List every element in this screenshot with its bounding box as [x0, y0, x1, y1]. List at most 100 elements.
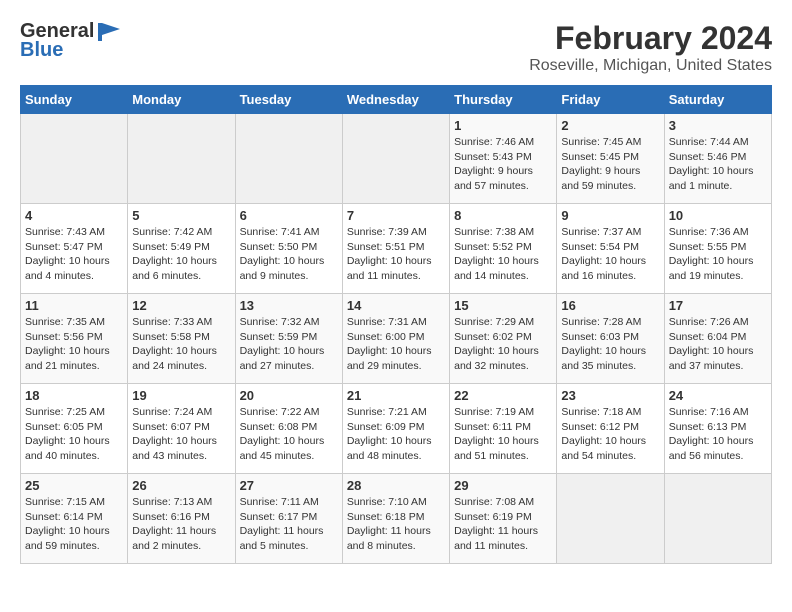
day-number: 28: [347, 478, 445, 493]
table-row: 29Sunrise: 7:08 AMSunset: 6:19 PMDayligh…: [450, 474, 557, 564]
day-info: Sunrise: 7:26 AMSunset: 6:04 PMDaylight:…: [669, 315, 767, 374]
table-row: 9 Sunrise: 7:37 AMSunset: 5:54 PMDaylight…: [557, 204, 664, 294]
day-number: 18: [25, 388, 123, 403]
calendar-week-row: 11 Sunrise: 7:35 AMSunset: 5:56 PMDayligh…: [21, 294, 772, 384]
table-row: [128, 114, 235, 204]
table-row: 25Sunrise: 7:15 AMSunset: 6:14 PMDayligh…: [21, 474, 128, 564]
day-number: 20: [240, 388, 338, 403]
logo-flag-icon: [98, 23, 120, 41]
table-row: 13 Sunrise: 7:32 AMSunset: 5:59 PMDayligh…: [235, 294, 342, 384]
day-info: Sunrise: 7:36 AMSunset: 5:55 PMDaylight:…: [669, 225, 767, 284]
day-info: Sunrise: 7:10 AMSunset: 6:18 PMDaylight:…: [347, 495, 445, 554]
header-friday: Friday: [557, 86, 664, 114]
table-row: 15 Sunrise: 7:29 AMSunset: 6:02 PMDayligh…: [450, 294, 557, 384]
table-row: 28 Sunrise: 7:10 AMSunset: 6:18 PMDayligh…: [342, 474, 449, 564]
day-number: 17: [669, 298, 767, 313]
table-row: [557, 474, 664, 564]
table-row: 11 Sunrise: 7:35 AMSunset: 5:56 PMDayligh…: [21, 294, 128, 384]
table-row: 17 Sunrise: 7:26 AMSunset: 6:04 PMDayligh…: [664, 294, 771, 384]
day-info: Sunrise: 7:22 AMSunset: 6:08 PMDaylight:…: [240, 405, 338, 464]
day-info: Sunrise: 7:25 AMSunset: 6:05 PMDaylight:…: [25, 405, 123, 464]
table-row: [21, 114, 128, 204]
table-row: 14 Sunrise: 7:31 AMSunset: 6:00 PMDayligh…: [342, 294, 449, 384]
day-info: Sunrise: 7:18 AMSunset: 6:12 PMDaylight:…: [561, 405, 659, 464]
day-info: Sunrise: 7:29 AMSunset: 6:02 PMDaylight:…: [454, 315, 552, 374]
day-number: 6: [240, 208, 338, 223]
day-info: Sunrise: 7:38 AMSunset: 5:52 PMDaylight:…: [454, 225, 552, 284]
header-wednesday: Wednesday: [342, 86, 449, 114]
day-info: Sunrise: 7:46 AMSunset: 5:43 PMDaylight:…: [454, 135, 552, 194]
day-info: Sunrise: 7:11 AMSunset: 6:17 PMDaylight:…: [240, 495, 338, 554]
table-row: [235, 114, 342, 204]
table-row: 21 Sunrise: 7:21 AMSunset: 6:09 PMDayligh…: [342, 384, 449, 474]
table-row: 16 Sunrise: 7:28 AMSunset: 6:03 PMDayligh…: [557, 294, 664, 384]
day-number: 24: [669, 388, 767, 403]
day-number: 1: [454, 118, 552, 133]
day-info: Sunrise: 7:37 AMSunset: 5:54 PMDaylight:…: [561, 225, 659, 284]
calendar-header-row: Sunday Monday Tuesday Wednesday Thursday…: [21, 86, 772, 114]
table-row: 23 Sunrise: 7:18 AMSunset: 6:12 PMDayligh…: [557, 384, 664, 474]
day-number: 4: [25, 208, 123, 223]
calendar-week-row: 18 Sunrise: 7:25 AMSunset: 6:05 PMDayligh…: [21, 384, 772, 474]
table-row: 18 Sunrise: 7:25 AMSunset: 6:05 PMDayligh…: [21, 384, 128, 474]
day-info: Sunrise: 7:24 AMSunset: 6:07 PMDaylight:…: [132, 405, 230, 464]
page-subtitle: Roseville, Michigan, United States: [529, 57, 772, 75]
day-info: Sunrise: 7:13 AMSunset: 6:16 PMDaylight:…: [132, 495, 230, 554]
day-info: Sunrise: 7:21 AMSunset: 6:09 PMDaylight:…: [347, 405, 445, 464]
day-number: 14: [347, 298, 445, 313]
day-number: 21: [347, 388, 445, 403]
header-tuesday: Tuesday: [235, 86, 342, 114]
day-number: 13: [240, 298, 338, 313]
day-info: Sunrise: 7:31 AMSunset: 6:00 PMDaylight:…: [347, 315, 445, 374]
day-info: Sunrise: 7:44 AMSunset: 5:46 PMDaylight:…: [669, 135, 767, 194]
day-info: Sunrise: 7:32 AMSunset: 5:59 PMDaylight:…: [240, 315, 338, 374]
table-row: 10 Sunrise: 7:36 AMSunset: 5:55 PMDayligh…: [664, 204, 771, 294]
day-info: Sunrise: 7:19 AMSunset: 6:11 PMDaylight:…: [454, 405, 552, 464]
day-info: Sunrise: 7:33 AMSunset: 5:58 PMDaylight:…: [132, 315, 230, 374]
page-title: February 2024: [529, 20, 772, 57]
day-number: 22: [454, 388, 552, 403]
day-number: 15: [454, 298, 552, 313]
day-info: Sunrise: 7:35 AMSunset: 5:56 PMDaylight:…: [25, 315, 123, 374]
title-area: February 2024 Roseville, Michigan, Unite…: [529, 20, 772, 75]
table-row: 22 Sunrise: 7:19 AMSunset: 6:11 PMDayligh…: [450, 384, 557, 474]
table-row: 2Sunrise: 7:45 AMSunset: 5:45 PMDaylight…: [557, 114, 664, 204]
table-row: 26 Sunrise: 7:13 AMSunset: 6:16 PMDayligh…: [128, 474, 235, 564]
header: General Blue February 2024 Roseville, Mi…: [20, 20, 772, 75]
day-number: 9: [561, 208, 659, 223]
table-row: 27Sunrise: 7:11 AMSunset: 6:17 PMDayligh…: [235, 474, 342, 564]
table-row: 6 Sunrise: 7:41 AMSunset: 5:50 PMDaylight…: [235, 204, 342, 294]
day-number: 10: [669, 208, 767, 223]
table-row: 5 Sunrise: 7:42 AMSunset: 5:49 PMDaylight…: [128, 204, 235, 294]
day-info: Sunrise: 7:08 AMSunset: 6:19 PMDaylight:…: [454, 495, 552, 554]
day-number: 25: [25, 478, 123, 493]
header-sunday: Sunday: [21, 86, 128, 114]
day-number: 23: [561, 388, 659, 403]
table-row: 4 Sunrise: 7:43 AMSunset: 5:47 PMDaylight…: [21, 204, 128, 294]
calendar-week-row: 4 Sunrise: 7:43 AMSunset: 5:47 PMDaylight…: [21, 204, 772, 294]
day-info: Sunrise: 7:16 AMSunset: 6:13 PMDaylight:…: [669, 405, 767, 464]
day-info: Sunrise: 7:39 AMSunset: 5:51 PMDaylight:…: [347, 225, 445, 284]
header-saturday: Saturday: [664, 86, 771, 114]
day-number: 11: [25, 298, 123, 313]
day-info: Sunrise: 7:42 AMSunset: 5:49 PMDaylight:…: [132, 225, 230, 284]
day-number: 3: [669, 118, 767, 133]
day-info: Sunrise: 7:28 AMSunset: 6:03 PMDaylight:…: [561, 315, 659, 374]
table-row: 20 Sunrise: 7:22 AMSunset: 6:08 PMDayligh…: [235, 384, 342, 474]
calendar-week-row: 25Sunrise: 7:15 AMSunset: 6:14 PMDayligh…: [21, 474, 772, 564]
day-number: 26: [132, 478, 230, 493]
table-row: 24 Sunrise: 7:16 AMSunset: 6:13 PMDayligh…: [664, 384, 771, 474]
table-row: 3 Sunrise: 7:44 AMSunset: 5:46 PMDaylight…: [664, 114, 771, 204]
table-row: [664, 474, 771, 564]
day-number: 16: [561, 298, 659, 313]
day-number: 7: [347, 208, 445, 223]
day-number: 19: [132, 388, 230, 403]
day-info: Sunrise: 7:43 AMSunset: 5:47 PMDaylight:…: [25, 225, 123, 284]
table-row: 12Sunrise: 7:33 AMSunset: 5:58 PMDayligh…: [128, 294, 235, 384]
day-number: 5: [132, 208, 230, 223]
table-row: [342, 114, 449, 204]
day-number: 8: [454, 208, 552, 223]
day-info: Sunrise: 7:41 AMSunset: 5:50 PMDaylight:…: [240, 225, 338, 284]
header-thursday: Thursday: [450, 86, 557, 114]
header-monday: Monday: [128, 86, 235, 114]
